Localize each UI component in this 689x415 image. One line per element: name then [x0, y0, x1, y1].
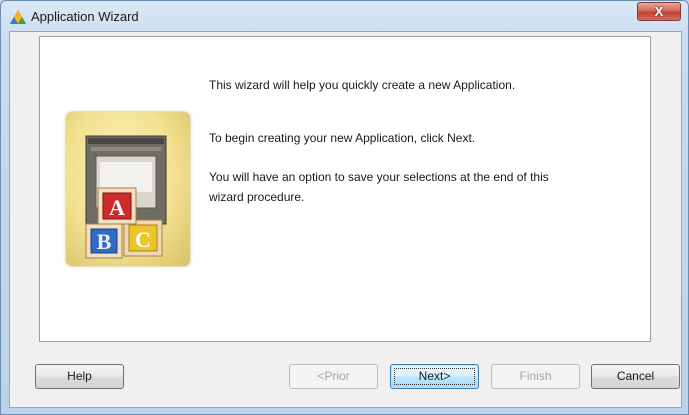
prior-button[interactable]: <Prior	[289, 364, 378, 389]
close-icon: X	[654, 4, 664, 19]
abc-blocks-illustration: B C A	[66, 112, 190, 266]
next-button[interactable]: Next>	[390, 364, 479, 389]
title-bar[interactable]: Application Wizard X	[1, 1, 688, 31]
close-button[interactable]: X	[637, 2, 681, 21]
block-a: A	[109, 195, 125, 220]
window-title: Application Wizard	[31, 9, 139, 24]
intro-text: This wizard will help you quickly create…	[209, 78, 516, 92]
application-wizard-window: Application Wizard X B C A This wizard w…	[0, 0, 689, 415]
cancel-button[interactable]: Cancel	[591, 364, 680, 389]
app-triangle-icon	[10, 10, 26, 24]
focus-rectangle	[394, 368, 475, 385]
begin-instructions: To begin creating your new Application, …	[209, 131, 476, 145]
abc-blocks-icon: B C A	[85, 135, 167, 259]
wizard-client-area: B C A This wizard will help you quickly …	[9, 31, 682, 408]
save-option-note: You will have an option to save your sel…	[209, 170, 549, 204]
wizard-content-panel: B C A This wizard will help you quickly …	[39, 36, 651, 342]
finish-button[interactable]: Finish	[491, 364, 580, 389]
help-button[interactable]: Help	[35, 364, 124, 389]
block-c: C	[135, 227, 151, 252]
block-b: B	[97, 229, 112, 254]
